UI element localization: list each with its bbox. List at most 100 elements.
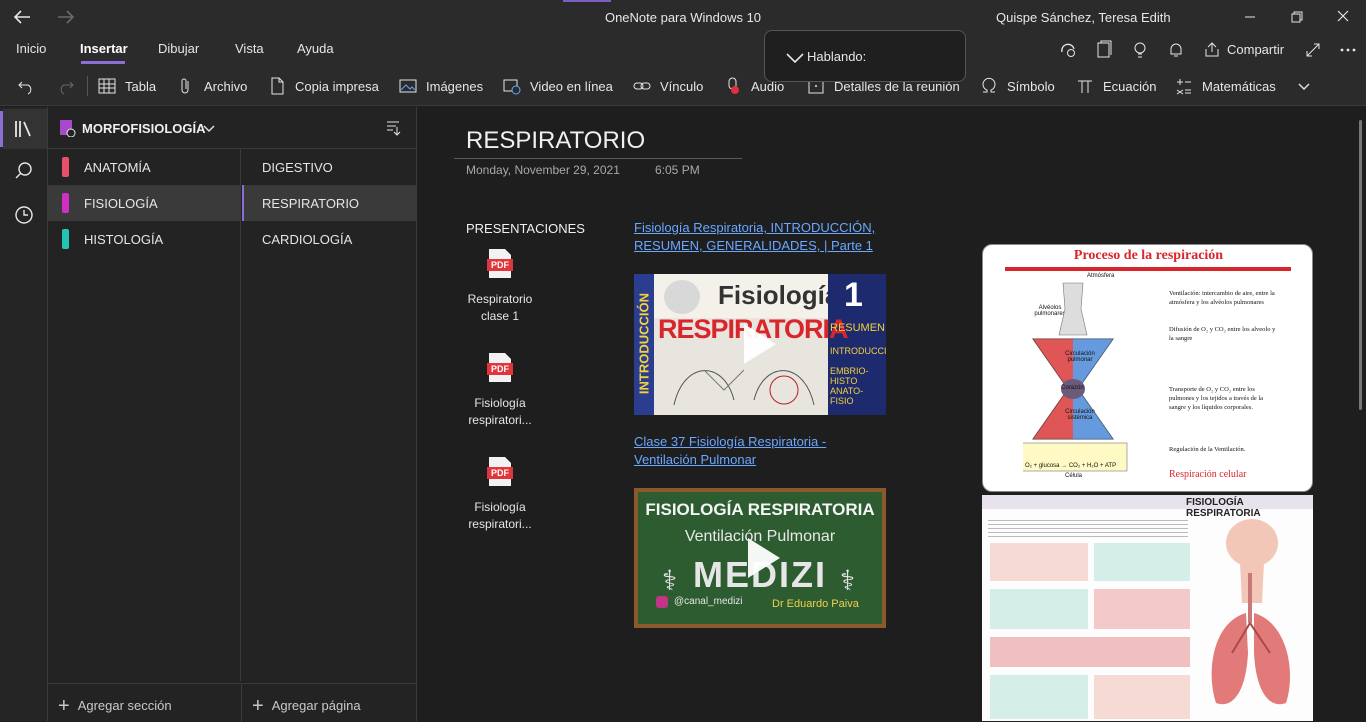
- pictures-button[interactable]: Imágenes: [398, 76, 483, 96]
- bell-icon[interactable]: [1166, 40, 1186, 60]
- omega-icon: [982, 77, 996, 93]
- equation-label: Ecuación: [1103, 78, 1157, 94]
- math-icon: [1176, 79, 1191, 95]
- tab-insertar[interactable]: Insertar: [80, 41, 128, 56]
- page-item-cardiologia[interactable]: CARDIOLOGÍA: [242, 221, 417, 257]
- more-options-icon[interactable]: [1338, 40, 1358, 60]
- title-underline: [454, 158, 742, 159]
- pdf-attachment[interactable]: PDF Fisiología respiratori...: [455, 353, 545, 429]
- add-section-button[interactable]: + Agregar sección: [58, 696, 172, 716]
- table-button[interactable]: Tabla: [97, 76, 156, 96]
- section-color-tab: [62, 229, 69, 249]
- video-thumbnail[interactable]: INTRODUCCIÓN Fisiología 1 RESPIRATORIA R…: [634, 274, 886, 415]
- share-icon: [1205, 42, 1219, 57]
- recent-notes-icon[interactable]: [12, 203, 36, 227]
- tab-dibujar[interactable]: Dibujar: [158, 41, 199, 56]
- respiration-process-image[interactable]: Proceso de la respiración Atmósfera Alvé…: [982, 244, 1313, 492]
- redo-button[interactable]: [56, 76, 84, 96]
- page-canvas[interactable]: RESPIRATORIO Monday, November 29, 2021 6…: [418, 107, 1366, 721]
- title-accent: [563, 0, 611, 2]
- thumb-r2: INTRODUCCIÓN: [830, 346, 886, 356]
- respiratory-physiology-image[interactable]: FISIOLOGÍA RESPIRATORIA: [982, 495, 1313, 721]
- tab-inicio[interactable]: Inicio: [16, 41, 46, 56]
- notebook-icon: [60, 120, 76, 137]
- pdf-attachment[interactable]: PDF Respiratorio clase 1: [455, 249, 545, 325]
- link-button[interactable]: Vínculo: [632, 76, 703, 96]
- symbol-button[interactable]: Símbolo: [979, 76, 1055, 96]
- user-name[interactable]: Quispe Sánchez, Teresa Edith: [996, 10, 1171, 25]
- thumb-side-text: INTRODUCCIÓN: [636, 292, 652, 395]
- section-list: ANATOMÍA FISIOLOGÍA HISTOLOGÍA: [48, 149, 241, 681]
- add-section-label: Agregar sección: [77, 698, 172, 713]
- tab-vista[interactable]: Vista: [235, 41, 264, 56]
- sort-icon[interactable]: [384, 119, 402, 137]
- search-icon[interactable]: [12, 159, 36, 183]
- speaking-popup: Hablando:: [764, 30, 966, 82]
- section-label: FISIOLOGÍA: [84, 196, 158, 211]
- image-icon: [399, 79, 417, 93]
- online-video-icon: [503, 79, 521, 95]
- file-button[interactable]: Archivo: [176, 76, 247, 96]
- respiratory-anatomy-illustration: [1211, 519, 1291, 705]
- ribbon-expand-button[interactable]: [1296, 76, 1312, 96]
- share-button[interactable]: Compartir: [1203, 40, 1284, 58]
- sync-icon[interactable]: [1058, 40, 1078, 60]
- notebook-name[interactable]: MORFOFISIOLOGÍA: [82, 121, 206, 136]
- section-label: HISTOLOGÍA: [84, 232, 164, 247]
- lightbulb-icon[interactable]: [1130, 40, 1150, 60]
- minimize-icon[interactable]: [1238, 6, 1262, 28]
- section-item-fisiologia[interactable]: FISIOLOGÍA: [48, 185, 241, 221]
- play-icon[interactable]: [746, 536, 782, 580]
- pdf-badge: PDF: [491, 260, 509, 270]
- attachment-name-line: respiratori...: [468, 413, 532, 427]
- thumb-number: 1: [844, 276, 863, 314]
- notebook-view-icon[interactable]: [1094, 40, 1114, 60]
- pdf-attachment[interactable]: PDF Fisiología respiratori...: [455, 457, 545, 533]
- section-item-histologia[interactable]: HISTOLOGÍA: [48, 221, 241, 257]
- attachment-name: Fisiología respiratori...: [455, 499, 545, 533]
- undo-button[interactable]: [16, 76, 44, 96]
- navigation-rail: [0, 107, 48, 721]
- table-icon: [98, 78, 116, 94]
- add-page-button[interactable]: + Agregar página: [252, 696, 361, 716]
- section-color-tab: [62, 157, 69, 177]
- tab-ayuda[interactable]: Ayuda: [297, 41, 334, 56]
- infographic-title-bar: [1005, 267, 1291, 271]
- thumb-avatar: [664, 280, 700, 314]
- chevron-down-icon[interactable]: [202, 122, 216, 136]
- video-link[interactable]: Fisiología Respiratoria, INTRODUCCIÓN, R…: [634, 219, 875, 255]
- math-label: Matemáticas: [1202, 78, 1276, 94]
- video-link-line: Clase 37 Fisiología Respiratoria -: [634, 434, 827, 449]
- infographic2-figure: [1094, 675, 1190, 719]
- add-page-label: Agregar página: [271, 698, 361, 713]
- online-video-label: Video en línea: [530, 78, 613, 94]
- play-icon[interactable]: [742, 322, 778, 366]
- notebook-pane: MORFOFISIOLOGÍA ANATOMÍA FISIOLOGÍA HIST…: [48, 107, 417, 722]
- pdf-icon: PDF: [487, 353, 513, 383]
- close-icon[interactable]: [1331, 6, 1355, 28]
- restore-icon[interactable]: [1285, 6, 1309, 28]
- fullscreen-icon[interactable]: [1303, 40, 1323, 60]
- notebooks-icon[interactable]: [12, 117, 36, 141]
- chevron-down-icon: [1298, 83, 1310, 90]
- infographic-title: Proceso de la respiración: [1073, 248, 1224, 263]
- math-button[interactable]: Matemáticas: [1174, 76, 1276, 96]
- pdf-icon: PDF: [487, 249, 513, 279]
- page-title[interactable]: RESPIRATORIO: [466, 127, 645, 155]
- video-link[interactable]: Clase 37 Fisiología Respiratoria - Venti…: [634, 433, 826, 469]
- page-item-respiratorio[interactable]: RESPIRATORIO: [242, 185, 417, 221]
- section-item-anatomia[interactable]: ANATOMÍA: [48, 149, 241, 185]
- video-thumbnail[interactable]: FISIOLOGÍA RESPIRATORIA Ventilación Pulm…: [634, 488, 886, 628]
- infographic2-box: [990, 675, 1088, 719]
- online-video-button[interactable]: Video en línea: [502, 76, 613, 96]
- chevron-down-icon[interactable]: [785, 51, 805, 65]
- page-date: Monday, November 29, 2021: [466, 163, 620, 177]
- infographic2-figure: [990, 543, 1088, 581]
- equation-button[interactable]: Ecuación: [1075, 76, 1156, 96]
- presentations-heading: PRESENTACIONES: [466, 221, 585, 236]
- page-item-digestivo[interactable]: DIGESTIVO: [242, 149, 417, 185]
- notebook-header: MORFOFISIOLOGÍA: [48, 107, 417, 149]
- vertical-scrollbar[interactable]: [1359, 120, 1362, 410]
- paperclip-icon: [181, 78, 189, 94]
- printout-button[interactable]: Copia impresa: [267, 76, 379, 96]
